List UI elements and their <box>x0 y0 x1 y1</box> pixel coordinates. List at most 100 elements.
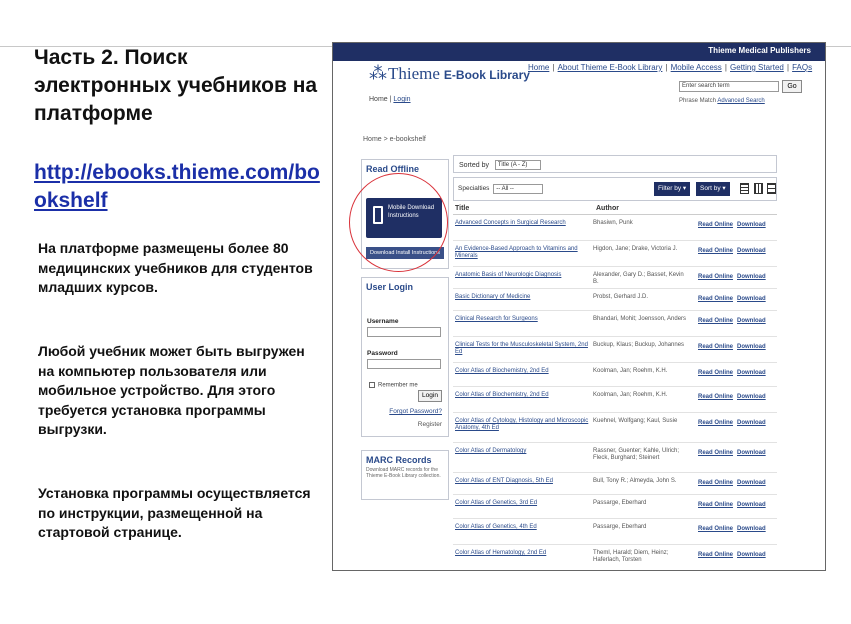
advanced-search-line: Phrase Match Advanced Search <box>679 98 765 104</box>
thieme-logo[interactable]: ⁂Thieme E-Book Library <box>369 63 530 84</box>
bookshelf-link[interactable]: http://ebooks.thieme.com/bookshelf <box>34 159 324 215</box>
read-online-link[interactable]: Read Online <box>698 480 733 487</box>
specialties-label: Specialties <box>458 185 490 192</box>
specialties-select[interactable]: -- All -- <box>493 184 544 194</box>
remember-checkbox[interactable] <box>369 382 375 388</box>
book-title-link[interactable]: Clinical Tests for the Musculoskeletal S… <box>455 342 589 356</box>
read-online-link[interactable]: Read Online <box>698 296 733 303</box>
nav-home[interactable]: Home <box>528 63 549 72</box>
forgot-password-link[interactable]: Forgot Password? <box>389 408 442 415</box>
table-header: Title Author <box>453 203 777 215</box>
marc-records-title[interactable]: MARC Records <box>362 451 448 467</box>
remember-me[interactable]: Remember me <box>369 382 418 389</box>
nav-mobile[interactable]: Mobile Access <box>671 63 722 72</box>
read-online-link[interactable]: Read Online <box>698 552 733 559</box>
book-rows: Advanced Concepts in Surgical Research Bh… <box>453 215 777 570</box>
book-author: Passarge, Eberhard <box>593 500 647 506</box>
book-title-link[interactable]: Color Atlas of ENT Diagnosis, 5th Ed <box>455 478 589 485</box>
book-title-link[interactable]: Advanced Concepts in Surgical Research <box>455 220 589 227</box>
username-field[interactable] <box>367 327 441 337</box>
password-field[interactable] <box>367 359 441 369</box>
download-link[interactable]: Download <box>737 450 766 457</box>
download-link[interactable]: Download <box>737 552 766 559</box>
book-author: Koolman, Jan; Roehm, K.H. <box>593 392 668 398</box>
read-online-link[interactable]: Read Online <box>698 450 733 457</box>
book-title-link[interactable]: Color Atlas of Cytology, Histology and M… <box>455 418 589 432</box>
read-online-link[interactable]: Read Online <box>698 502 733 509</box>
sort-by-button[interactable]: Sort by ▾ <box>696 182 730 196</box>
login-link[interactable]: Login <box>393 96 410 103</box>
table-row: Color Atlas of Genetics, 3rd Ed Passarge,… <box>453 495 777 519</box>
filter-by-button[interactable]: Filter by ▾ <box>654 182 691 196</box>
book-author: Theml, Harald; Diem, Heinz; Haferlach, T… <box>593 550 669 563</box>
download-link[interactable]: Download <box>737 394 766 401</box>
download-link[interactable]: Download <box>737 222 766 229</box>
table-row: An Evidence-Based Approach to Vitamins a… <box>453 241 777 267</box>
book-title-link[interactable]: Clinical Research for Surgeons <box>455 316 589 323</box>
book-title-link[interactable]: Color Atlas of Genetics, 4th Ed <box>455 524 589 531</box>
download-link[interactable]: Download <box>737 480 766 487</box>
sorted-by-select[interactable]: Title (A - Z) <box>494 160 541 170</box>
download-link[interactable]: Download <box>737 274 766 281</box>
book-title-link[interactable]: Color Atlas of Hematology, 2nd Ed <box>455 550 589 557</box>
home-login-line: Home | Login <box>369 96 411 103</box>
grid-view-icon[interactable] <box>754 183 763 194</box>
search-input[interactable]: Enter search term <box>679 81 779 92</box>
thieme-logo-icon: ⁂ <box>369 63 387 83</box>
list-view-icon[interactable] <box>740 183 749 194</box>
publisher-bar: Thieme Medical Publishers <box>333 43 825 61</box>
download-link[interactable]: Download <box>737 248 766 255</box>
read-online-link[interactable]: Read Online <box>698 274 733 281</box>
compact-view-icon[interactable] <box>767 183 776 194</box>
read-online-link[interactable]: Read Online <box>698 344 733 351</box>
book-author: Bhandari, Mohit; Joensson, Anders <box>593 316 687 322</box>
login-button[interactable]: Login <box>418 390 442 402</box>
book-author: Kuehnel, Wolfgang; Kaul, Susie <box>593 418 678 424</box>
advanced-search-link[interactable]: Advanced Search <box>717 98 764 104</box>
table-row: Color Atlas of Cytology, Histology and M… <box>453 413 777 443</box>
read-online-link[interactable]: Read Online <box>698 248 733 255</box>
book-author: Koolman, Jan; Roehm, K.H. <box>593 368 668 374</box>
password-label: Password <box>367 350 398 357</box>
download-link[interactable]: Download <box>737 502 766 509</box>
remember-label: Remember me <box>378 382 418 389</box>
home-text: Home <box>369 96 388 103</box>
book-title-link[interactable]: Color Atlas of Genetics, 3rd Ed <box>455 500 589 507</box>
logo-name: Thieme <box>388 64 440 83</box>
read-online-link[interactable]: Read Online <box>698 222 733 229</box>
book-author: Bull, Tony R.; Almeyda, John S. <box>593 478 677 484</box>
download-link[interactable]: Download <box>737 296 766 303</box>
read-online-link[interactable]: Read Online <box>698 394 733 401</box>
go-button[interactable]: Go <box>782 80 802 93</box>
download-link[interactable]: Download <box>737 370 766 377</box>
download-link[interactable]: Download <box>737 420 766 427</box>
book-author: Alexander, Gary D.; Basset, Kevin B. <box>593 272 684 285</box>
column-author[interactable]: Author <box>596 205 619 212</box>
paragraph-download: Любой учебник может быть выгружен на ком… <box>38 343 305 437</box>
nav-getting-started[interactable]: Getting Started <box>730 63 784 72</box>
book-title-link[interactable]: Color Atlas of Biochemistry, 2nd Ed <box>455 392 589 399</box>
register-link[interactable]: Register <box>418 421 442 428</box>
table-row: Advanced Concepts in Surgical Research Bh… <box>453 215 777 241</box>
column-title[interactable]: Title <box>455 205 469 212</box>
book-title-link[interactable]: An Evidence-Based Approach to Vitamins a… <box>455 246 589 260</box>
download-link[interactable]: Download <box>737 344 766 351</box>
book-title-link[interactable]: Color Atlas of Biochemistry, 2nd Ed <box>455 368 589 375</box>
user-login-title: User Login <box>366 282 414 292</box>
read-online-link[interactable]: Read Online <box>698 420 733 427</box>
read-online-link[interactable]: Read Online <box>698 318 733 325</box>
table-row: Color Atlas of Hematology, 2nd Ed Theml, … <box>453 545 777 570</box>
phrase-match-label[interactable]: Phrase Match <box>679 98 716 104</box>
download-link[interactable]: Download <box>737 318 766 325</box>
read-online-link[interactable]: Read Online <box>698 370 733 377</box>
book-title-link[interactable]: Anatomic Basis of Neurologic Diagnosis <box>455 272 589 279</box>
book-title-link[interactable]: Color Atlas of Dermatology <box>455 448 589 455</box>
highlight-circle <box>349 173 448 272</box>
read-online-link[interactable]: Read Online <box>698 526 733 533</box>
nav-about[interactable]: About Thieme E-Book Library <box>558 63 663 72</box>
book-author: Buckup, Klaus; Buckup, Johannes <box>593 342 685 348</box>
download-link[interactable]: Download <box>737 526 766 533</box>
book-title-link[interactable]: Basic Dictionary of Medicine <box>455 294 589 301</box>
table-row: Color Atlas of Genetics, 4th Ed Passarge,… <box>453 519 777 545</box>
nav-faqs[interactable]: FAQs <box>792 63 812 72</box>
